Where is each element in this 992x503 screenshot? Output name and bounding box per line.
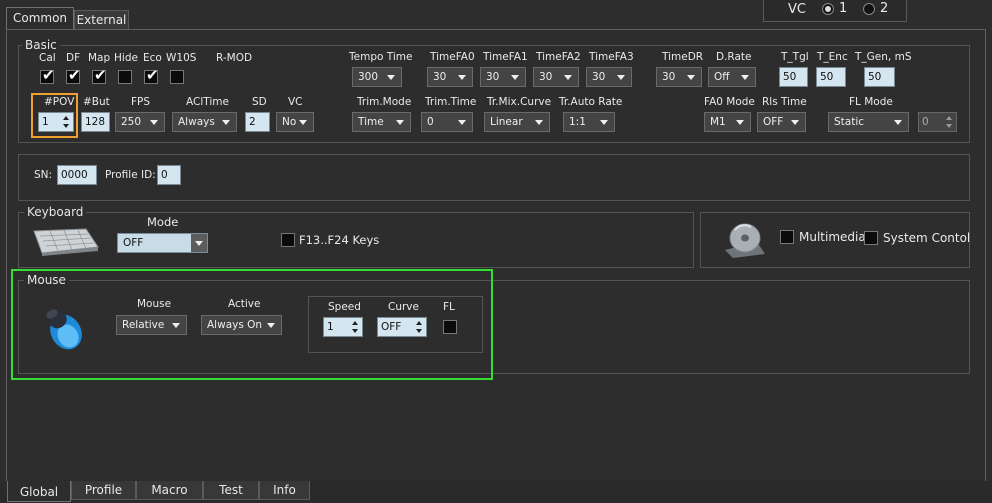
trim-mode-label: Trim.Mode	[357, 96, 412, 108]
timefa2-label: TimeFA2	[536, 51, 581, 63]
tab-common[interactable]: Common	[6, 7, 74, 29]
vc-radio-2[interactable]	[863, 3, 875, 15]
tab-test[interactable]: Test	[203, 481, 259, 500]
fl-mode-dropdown[interactable]: Static	[828, 112, 909, 132]
rmod-label: R-MOD	[216, 52, 253, 64]
trim-mode-dropdown[interactable]: Time	[352, 112, 411, 132]
vc-radio-1-label: 1	[839, 1, 848, 16]
checkbox-cal[interactable]: ✔	[40, 66, 55, 84]
vc-label: VC	[788, 2, 806, 17]
timefa1-label: TimeFA1	[483, 51, 528, 63]
mouse-icon	[46, 309, 82, 350]
fa0-mode-label: FA0 Mode	[704, 96, 755, 108]
tempo-time-dropdown[interactable]: 300	[352, 67, 402, 87]
timefa0-label: TimeFA0	[430, 51, 475, 63]
vc-radio-2-label: 2	[880, 1, 889, 16]
sn-field[interactable]: 0000	[57, 165, 97, 185]
tab-external[interactable]: External	[74, 10, 129, 29]
sd-label: SD	[252, 96, 267, 108]
mouse-active-dropdown[interactable]: Always On	[201, 315, 282, 335]
checkbox-df[interactable]: ✔	[66, 66, 81, 84]
t-enc-label: T_Enc	[817, 51, 848, 63]
drate-label: D.Rate	[716, 51, 752, 63]
t-gen-label: T_Gen, mS	[855, 51, 912, 63]
mouse-speed-label: Speed	[328, 301, 361, 313]
check-label-cal: Cal	[39, 52, 56, 64]
check-label-hide: Hide	[114, 52, 138, 64]
drate-dropdown[interactable]: Off	[708, 67, 756, 87]
fps-label: FPS	[131, 96, 151, 108]
acltime-label: AClTime	[186, 96, 229, 108]
timefa3-label: TimeFA3	[589, 51, 634, 63]
mouse-mode-dropdown[interactable]: Relative	[116, 315, 187, 335]
rls-time-label: Rls Time	[762, 96, 807, 108]
basic-title: Basic	[22, 39, 60, 52]
pov-spinner[interactable]: 1	[38, 112, 74, 132]
rls-time-dropdown[interactable]: OFF	[757, 112, 806, 132]
check-label-map: Map	[88, 52, 111, 64]
tab-info[interactable]: Info	[259, 481, 310, 500]
sn-label: SN:	[34, 169, 53, 181]
t-enc-field[interactable]: 50	[816, 67, 846, 87]
check-label-df: DF	[66, 52, 81, 64]
vc-option-label: VC	[288, 96, 303, 108]
checkbox-f13-f24[interactable]	[281, 233, 295, 247]
fa0-mode-dropdown[interactable]: M1	[704, 112, 751, 132]
vc-radio-1[interactable]	[822, 3, 834, 15]
t-tgl-label: T_Tgl	[781, 51, 809, 63]
auto-rate-label: Tr.Auto Rate	[559, 96, 623, 108]
check-label-eco: Eco	[143, 52, 162, 64]
acltime-dropdown[interactable]: Always	[172, 112, 237, 132]
mouse-mode-label: Mouse	[137, 298, 172, 310]
checkbox-system-control[interactable]	[864, 231, 878, 245]
mouse-active-label: Active	[228, 298, 261, 310]
vc-option-dropdown[interactable]: No	[276, 112, 314, 132]
checkbox-eco[interactable]: ✔	[144, 66, 159, 84]
tab-global[interactable]: Global	[7, 481, 71, 502]
profile-id-label: Profile ID:	[105, 169, 156, 181]
timefa1-dropdown[interactable]: 30	[480, 67, 526, 87]
keyboard-mode-dropdown[interactable]: OFF	[117, 233, 208, 253]
multimedia-icon	[725, 223, 765, 258]
mouse-curve-spinner[interactable]: OFF	[377, 317, 427, 337]
mouse-title: Mouse	[24, 274, 69, 287]
keyboard-icon	[33, 228, 99, 256]
auto-rate-dropdown[interactable]: 1:1	[563, 112, 615, 132]
timedr-label: TimeDR	[662, 51, 704, 63]
trim-time-label: Trim.Time	[425, 96, 477, 108]
timefa2-dropdown[interactable]: 30	[533, 67, 579, 87]
checkbox-mouse-fl[interactable]	[443, 320, 457, 334]
check-label-w10s: W10S	[166, 52, 197, 64]
checkbox-hide[interactable]	[118, 70, 132, 84]
sd-field[interactable]: 2	[245, 112, 270, 132]
keyboard-mode-label: Mode	[147, 215, 179, 229]
mix-curve-label: Tr.Mix.Curve	[487, 96, 552, 108]
trim-time-dropdown[interactable]: 0	[421, 112, 473, 132]
multimedia-label: Multimedia	[799, 230, 866, 244]
mouse-curve-label: Curve	[388, 301, 419, 313]
timefa3-dropdown[interactable]: 30	[586, 67, 632, 87]
tempo-time-label: Tempo Time	[349, 51, 413, 63]
tab-macro[interactable]: Macro	[136, 481, 203, 500]
but-label: #But	[83, 96, 110, 108]
mix-curve-dropdown[interactable]: Linear	[484, 112, 550, 132]
fps-dropdown[interactable]: 250	[115, 112, 165, 132]
profile-id-field[interactable]: 0	[157, 165, 181, 185]
t-gen-field[interactable]: 50	[864, 67, 895, 87]
checkbox-w10s[interactable]	[170, 70, 184, 84]
but-field[interactable]: 128	[81, 112, 110, 132]
f13-f24-label: F13..F24 Keys	[299, 233, 380, 247]
fl-value-spinner[interactable]: 0	[918, 112, 957, 132]
timedr-dropdown[interactable]: 30	[656, 67, 702, 87]
mouse-fl-label: FL	[443, 301, 455, 313]
checkbox-multimedia[interactable]	[780, 230, 794, 244]
system-control-label: System Contol	[883, 231, 971, 245]
tab-profile[interactable]: Profile	[71, 481, 136, 500]
keyboard-title: Keyboard	[24, 206, 87, 219]
timefa0-dropdown[interactable]: 30	[427, 67, 473, 87]
checkbox-map[interactable]: ✔	[92, 66, 107, 84]
fl-mode-label: FL Mode	[849, 96, 893, 108]
mouse-speed-spinner[interactable]: 1	[323, 317, 363, 337]
t-tgl-field[interactable]: 50	[779, 67, 808, 87]
